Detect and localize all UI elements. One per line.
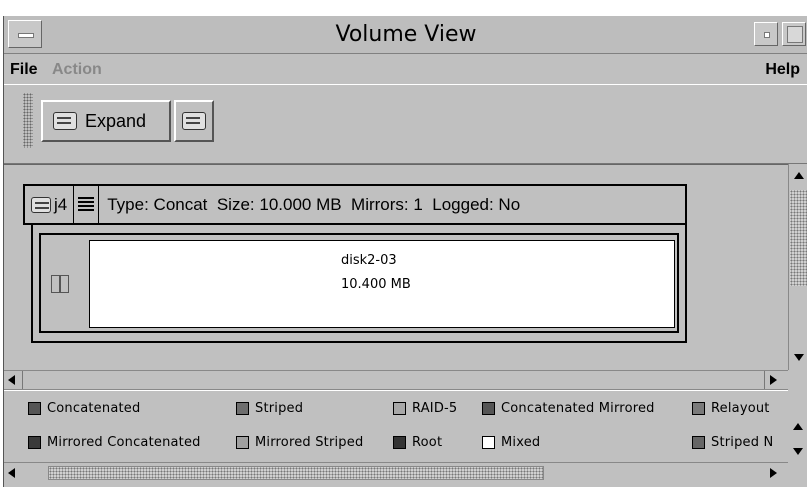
title-bar[interactable]: Volume View — [4, 16, 807, 54]
minimize-button[interactable] — [754, 22, 778, 46]
scroll-corner — [788, 370, 807, 390]
expand-button[interactable]: Expand — [41, 100, 171, 142]
legend-item: Striped N — [692, 435, 773, 450]
legend-label: RAID-5 — [412, 401, 458, 416]
plex-handle-icon[interactable] — [51, 275, 69, 293]
legend-item: Root — [393, 435, 442, 450]
scroll-right-icon[interactable] — [770, 468, 777, 478]
legend-swatch — [236, 402, 249, 415]
legend-item: Concatenated — [28, 401, 140, 416]
legend-label: Mirrored Concatenated — [47, 435, 201, 450]
subdisk[interactable]: disk2-03 10.400 MB — [89, 240, 675, 328]
scroll-up-icon[interactable] — [793, 423, 803, 430]
legend-label: Striped — [255, 401, 304, 416]
legend-swatch — [482, 402, 495, 415]
volume-header[interactable]: j4 Type: Concat Size: 10.000 MB Mirrors:… — [23, 184, 687, 225]
toolbar: Expand — [4, 84, 807, 164]
legend-swatch — [28, 436, 41, 449]
scroll-left-icon[interactable] — [8, 468, 15, 478]
menu-bar: File Action Help — [4, 54, 807, 84]
legend-label: Mirrored Striped — [255, 435, 364, 450]
volume-icon — [31, 196, 51, 213]
volume-name-cell[interactable]: j4 — [25, 186, 75, 223]
legend-swatch — [692, 436, 705, 449]
plex[interactable]: disk2-03 10.400 MB — [39, 233, 679, 333]
legend-label: Concatenated — [47, 401, 141, 416]
scroll-right-icon[interactable] — [770, 375, 777, 385]
scroll-left-icon[interactable] — [8, 375, 15, 385]
volume-info: Type: Concat Size: 10.000 MB Mirrors: 1 … — [107, 194, 521, 214]
disk-icon — [182, 112, 206, 130]
scroll-down-icon[interactable] — [794, 354, 804, 361]
legend-horizontal-scrollbar[interactable] — [4, 462, 788, 484]
volume-view-window: Volume View File Action Help Expand j4 T… — [3, 16, 807, 487]
concat-list-icon — [74, 186, 100, 223]
maximize-button[interactable] — [782, 22, 806, 46]
volume-canvas: j4 Type: Concat Size: 10.000 MB Mirrors:… — [4, 164, 788, 370]
legend-label: Striped N — [711, 435, 774, 450]
scroll-track[interactable] — [790, 190, 807, 286]
minimize-icon — [764, 32, 770, 38]
legend-label: Concatenated Mirrored — [501, 401, 655, 416]
legend-label: Relayout — [711, 401, 770, 416]
menu-help[interactable]: Help — [765, 61, 800, 79]
legend-swatch — [393, 402, 406, 415]
legend-vertical-scrollbar[interactable] — [788, 390, 807, 462]
legend-item: Relayout — [692, 401, 770, 416]
scroll-thumb[interactable] — [48, 466, 544, 480]
subdisk-size: 10.400 MB — [341, 277, 411, 292]
legend-item: RAID-5 — [393, 401, 457, 416]
legend-swatch — [393, 436, 406, 449]
plex-container: disk2-03 10.400 MB — [31, 225, 687, 343]
menu-file[interactable]: File — [10, 61, 38, 79]
disk-icon — [53, 112, 77, 130]
scroll-up-icon[interactable] — [794, 172, 804, 179]
legend-swatch — [28, 402, 41, 415]
legend-item: Mixed — [482, 435, 540, 450]
legend-swatch — [482, 436, 495, 449]
legend-label: Mixed — [501, 435, 541, 450]
legend-item: Mirrored Concatenated — [28, 435, 201, 450]
legend-swatch — [236, 436, 249, 449]
toolbar-grip[interactable] — [23, 93, 33, 148]
legend: Concatenated Striped RAID-5 Concatenated… — [4, 390, 788, 463]
expand-label: Expand — [85, 110, 147, 131]
canvas-vertical-scrollbar[interactable] — [788, 164, 807, 370]
maximize-icon — [787, 26, 803, 43]
volume-properties-button[interactable] — [174, 100, 214, 142]
subdisk-name: disk2-03 — [341, 253, 397, 268]
canvas-horizontal-scrollbar[interactable] — [4, 370, 788, 390]
volume-name: j4 — [54, 194, 68, 214]
legend-label: Root — [412, 435, 443, 450]
legend-swatch — [692, 402, 705, 415]
legend-item: Striped — [236, 401, 303, 416]
legend-item: Concatenated Mirrored — [482, 401, 655, 416]
scroll-down-icon[interactable] — [793, 448, 803, 455]
legend-item: Mirrored Striped — [236, 435, 363, 450]
menu-action[interactable]: Action — [52, 61, 102, 79]
window-title: Volume View — [335, 22, 477, 47]
